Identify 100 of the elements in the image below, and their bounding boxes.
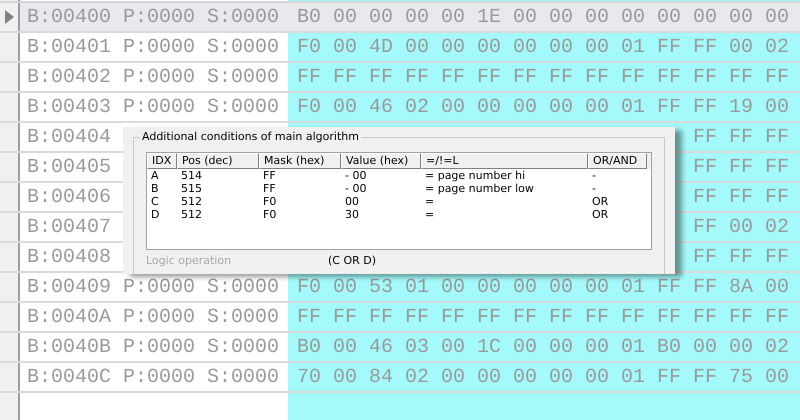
hex-byte: FF	[513, 306, 538, 328]
hex-byte: 00	[585, 36, 610, 58]
hex-byte: F0	[297, 36, 322, 58]
row-header[interactable]	[0, 273, 20, 301]
hex-byte: 03	[405, 336, 430, 358]
address-text: B:00406	[27, 186, 112, 208]
sector-text: S:0000	[207, 336, 280, 358]
hex-byte: 02	[405, 366, 430, 388]
row-header[interactable]	[0, 243, 20, 271]
hex-byte: FF	[297, 66, 322, 88]
hex-byte: 00	[585, 336, 610, 358]
hex-byte: 00	[405, 6, 430, 28]
hex-byte: FF	[693, 246, 718, 268]
row-header[interactable]	[0, 333, 20, 361]
hex-byte: FF	[693, 66, 718, 88]
list-cell-text: =	[424, 195, 436, 208]
hex-byte: FF	[693, 186, 718, 208]
row-header[interactable]	[0, 153, 20, 181]
hex-byte: FF	[729, 156, 754, 178]
hex-byte: 70	[297, 366, 322, 388]
row-header[interactable]	[0, 63, 20, 91]
hex-byte: 00	[729, 6, 754, 28]
hex-byte: 00	[333, 96, 358, 118]
hex-byte: 00	[765, 96, 790, 118]
hex-byte: FF	[657, 36, 682, 58]
hex-byte: 00	[765, 6, 790, 28]
hex-byte: 00	[441, 96, 466, 118]
list-cell-text: 512	[180, 195, 203, 208]
hex-byte: 46	[369, 336, 394, 358]
row-header[interactable]	[0, 123, 20, 151]
list-cell-text: -	[591, 169, 597, 182]
hex-byte: FF	[765, 306, 790, 328]
hex-byte: 84	[369, 366, 394, 388]
page-text: P:0000	[123, 336, 196, 358]
hex-byte: 00	[441, 366, 466, 388]
column-header[interactable]: Mask (hex)	[259, 153, 341, 169]
sector-text: S:0000	[207, 6, 280, 28]
hex-byte: 00	[585, 276, 610, 298]
hex-byte: FF	[657, 66, 682, 88]
hex-byte: 00	[333, 36, 358, 58]
hex-byte: FF	[585, 306, 610, 328]
hex-byte: 75	[729, 366, 754, 388]
row-header[interactable]	[0, 213, 20, 241]
address-text: B:00409	[27, 276, 112, 298]
sector-text: S:0000	[207, 306, 280, 328]
hex-byte: FF	[657, 366, 682, 388]
list-cell-text: = page number low	[424, 182, 535, 195]
column-header[interactable]: OR/AND	[588, 153, 647, 169]
hex-byte: FF	[657, 276, 682, 298]
hex-byte: 01	[621, 336, 646, 358]
row-header[interactable]	[0, 33, 20, 61]
row-header[interactable]	[0, 183, 20, 211]
hex-byte: FF	[693, 216, 718, 238]
list-cell-text: OR	[591, 208, 610, 221]
logic-operation-value: (C OR D)	[328, 254, 376, 267]
list-cell-text: 512	[180, 208, 203, 221]
hex-byte: 00	[729, 216, 754, 238]
hex-byte: FF	[729, 246, 754, 268]
hex-byte: 00	[477, 36, 502, 58]
column-header[interactable]: Value (hex)	[341, 153, 421, 169]
hex-byte: 01	[405, 276, 430, 298]
address-text: B:0040A	[27, 306, 112, 328]
address-text: B:00401	[27, 36, 112, 58]
address-text: B:00402	[27, 66, 112, 88]
row-header[interactable]	[0, 3, 20, 31]
hex-byte: FF	[621, 306, 646, 328]
column-header[interactable]: IDX	[147, 153, 177, 169]
list-cell-text: D	[150, 208, 160, 221]
hex-byte: 02	[765, 36, 790, 58]
hex-byte: 00	[513, 336, 538, 358]
hex-byte: 00	[441, 36, 466, 58]
hex-byte: FF	[657, 306, 682, 328]
hex-byte: 00	[585, 96, 610, 118]
hex-byte: 01	[621, 36, 646, 58]
hex-byte: 00	[441, 336, 466, 358]
row-header[interactable]	[0, 93, 20, 121]
list-cell-text: - 00	[344, 182, 368, 195]
hex-byte: 00	[513, 36, 538, 58]
row-header[interactable]	[0, 303, 20, 331]
hex-byte: 00	[765, 366, 790, 388]
page-text: P:0000	[123, 96, 196, 118]
hex-byte: 00	[549, 276, 574, 298]
hex-byte: 00	[333, 6, 358, 28]
hex-byte: FF	[693, 366, 718, 388]
hex-byte: B0	[657, 336, 682, 358]
row-header[interactable]	[0, 363, 20, 391]
list-cell-text: FF	[262, 169, 277, 182]
column-header[interactable]: Pos (dec)	[177, 153, 259, 169]
address-text: B:0040C	[27, 366, 112, 388]
logic-operation-label: Logic operation	[146, 254, 232, 267]
hex-byte: FF	[729, 186, 754, 208]
hex-byte: 00	[549, 366, 574, 388]
hex-byte: 4D	[369, 36, 394, 58]
column-header[interactable]: =/!=L	[421, 153, 588, 169]
hex-byte: FF	[693, 306, 718, 328]
page-text: P:0000	[123, 6, 196, 28]
sector-text: S:0000	[207, 96, 280, 118]
hex-byte: FF	[513, 66, 538, 88]
hex-byte: 00	[549, 6, 574, 28]
hex-byte: FF	[693, 156, 718, 178]
